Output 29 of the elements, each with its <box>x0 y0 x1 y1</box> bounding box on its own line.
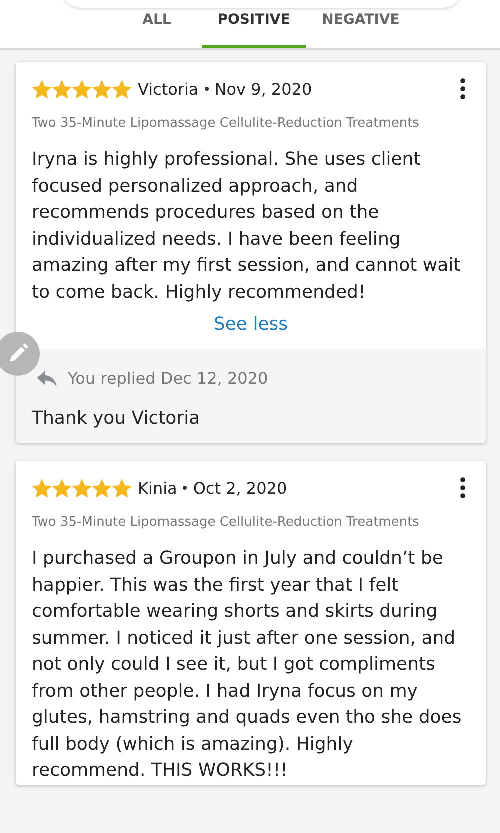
reviewer-name: Victoria <box>138 80 199 98</box>
reviewer-name: Kinia <box>138 478 178 498</box>
reply-text: Thank you Victoria <box>32 407 202 429</box>
more-options-icon[interactable] <box>460 78 466 100</box>
tab[interactable]: ALL <box>112 8 202 48</box>
review-date: Nov 9, 2020 <box>214 80 312 98</box>
separator-dot <box>183 486 188 490</box>
star-icon <box>92 478 112 498</box>
separator-dot <box>204 87 209 91</box>
star-icon <box>92 80 112 98</box>
see-less-link[interactable]: See less <box>214 314 288 335</box>
star-icon <box>112 478 132 498</box>
tab[interactable]: POSITIVE <box>202 8 306 48</box>
review-date: Oct 2, 2020 <box>193 478 288 498</box>
review-text: Iryna is highly professional. She uses client focused personalized approach, and recommends procedures based on the individualized needs. I have been feeling amazing after my first session, and cannot wait to come back. Highly recommended! <box>31 148 462 304</box>
star-icon <box>32 478 52 498</box>
service-name: Two 35-Minute Lipomassage Cellulite-Reduction Treatments <box>31 115 420 131</box>
star-icon <box>52 478 72 498</box>
reply-icon <box>36 370 58 388</box>
star-icon <box>112 80 132 98</box>
more-options-icon[interactable] <box>460 477 466 499</box>
star-icon <box>52 80 72 98</box>
star-icon <box>72 478 92 498</box>
tab[interactable]: NEGATIVE <box>306 8 416 48</box>
star-icon <box>32 80 52 98</box>
reply-date: You replied Dec 12, 2020 <box>68 369 268 388</box>
review-text: I purchased a Groupon in July and couldn’t be happier. This was the first year that I felt comfortable wearing shorts and skirts during summer. I noticed it just after one session, and not only could I see it, but I got compliments from other people. I had Iryna focus on my glutes, hamstring and quads even tho she does full body (which is amazing). Highly recommend. THIS WORKS!!! <box>31 547 463 783</box>
star-icon <box>72 80 92 98</box>
service-name: Two 35-Minute Lipomassage Cellulite-Reduction Treatments <box>31 514 420 530</box>
